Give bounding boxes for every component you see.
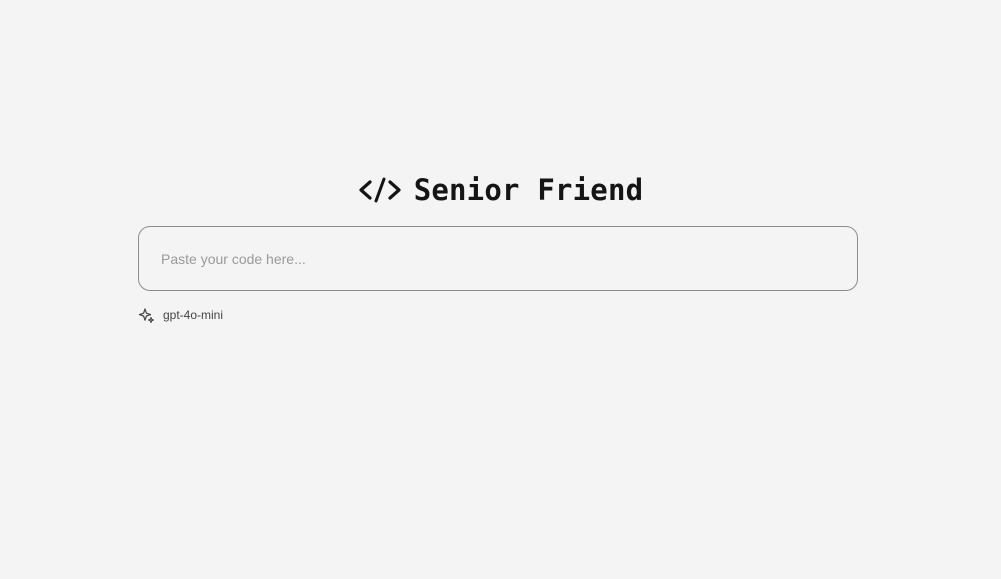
- sparkles-icon: [138, 307, 155, 324]
- app-header: Senior Friend: [0, 170, 1001, 210]
- code-brackets-icon: [358, 174, 402, 206]
- model-selector[interactable]: gpt-4o-mini: [138, 306, 223, 324]
- code-input-container: [138, 226, 858, 291]
- code-input[interactable]: [139, 227, 857, 290]
- model-label: gpt-4o-mini: [163, 308, 224, 322]
- page-title: Senior Friend: [413, 173, 644, 207]
